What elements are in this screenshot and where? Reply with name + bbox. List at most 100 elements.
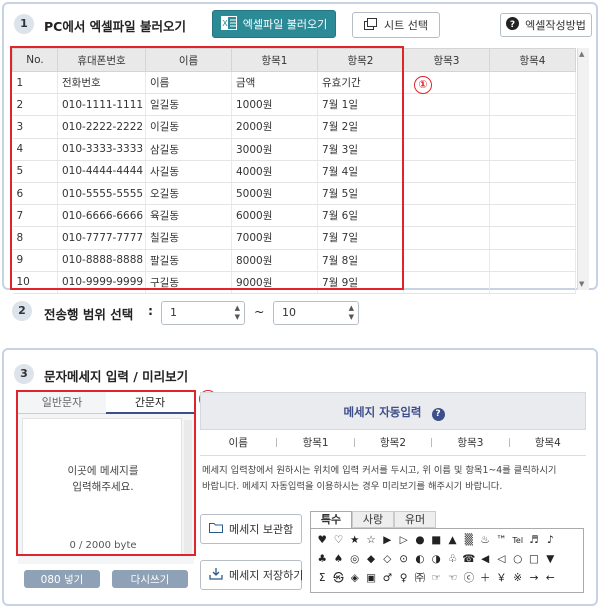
range-from-input[interactable]: 1 ▲ ▼ xyxy=(161,301,245,325)
symbol-key[interactable]: ★ xyxy=(347,531,363,550)
symbol-key[interactable]: ▶ xyxy=(379,531,395,550)
tab-love[interactable]: 사랑 xyxy=(352,511,394,528)
symbol-key[interactable]: ▷ xyxy=(395,531,411,550)
symbol-key[interactable]: ♣ xyxy=(314,550,330,569)
symbol-key[interactable]: ◐ xyxy=(412,550,428,569)
symbol-key[interactable]: ← xyxy=(542,569,558,588)
symbol-key[interactable]: Σ xyxy=(314,569,330,588)
annotation-marker-1: ① xyxy=(414,76,432,94)
symbol-key[interactable]: ◈ xyxy=(347,569,363,588)
stepper-arrows-icon[interactable]: ▲ ▼ xyxy=(235,304,240,322)
range-to-input[interactable]: 10 ▲ ▼ xyxy=(273,301,359,325)
message-type-tabs: 일반문자 간문자 xyxy=(18,392,194,414)
range-from-value: 1 xyxy=(170,306,177,319)
symbol-key[interactable]: ♡ xyxy=(330,531,346,550)
table-row[interactable]: 1 전화번호 이름 금액 유효기간 xyxy=(12,71,576,95)
symbol-key[interactable]: ◀ xyxy=(477,550,493,569)
symbol-key[interactable]: ☜ xyxy=(444,569,460,588)
table-cell: 이길동 xyxy=(145,115,232,139)
symbol-key[interactable]: ● xyxy=(412,531,428,550)
table-cell xyxy=(403,182,490,206)
rewrite-button[interactable]: 다시쓰기 xyxy=(112,570,188,588)
svg-text:?: ? xyxy=(510,20,515,30)
symbol-key[interactable]: ◇ xyxy=(379,550,395,569)
table-row[interactable]: 8 010-7777-7777 칠길동 7000원 7월 7일 xyxy=(12,226,576,250)
auto-field-item1[interactable]: 항목1 xyxy=(277,438,355,448)
symbol-key[interactable]: ☎ xyxy=(461,550,477,569)
scroll-up-icon[interactable]: ▲ xyxy=(579,50,584,58)
range-to-value: 10 xyxy=(282,306,296,319)
header-item4: 항목4 xyxy=(489,48,576,72)
symbol-key[interactable]: ▣ xyxy=(363,569,379,588)
byte-counter: 0 / 2000 byte xyxy=(69,540,137,551)
auto-field-item3[interactable]: 항목3 xyxy=(432,438,510,448)
save-message-button[interactable]: 메세지 저장하기 xyxy=(200,560,303,590)
symbol-key[interactable]: ※ xyxy=(510,569,526,588)
excel-guide-button[interactable]: ? 엑셀작성방법 xyxy=(500,13,592,37)
auto-field-name[interactable]: 이름 xyxy=(200,438,278,448)
symbol-key[interactable]: ◑ xyxy=(428,550,444,569)
tab-special[interactable]: 특수 xyxy=(310,511,352,528)
symbol-key[interactable]: ♠ xyxy=(330,550,346,569)
symbol-key[interactable]: ♀ xyxy=(395,569,411,588)
table-row[interactable]: 7 010-6666-6666 육길동 6000원 7월 6일 xyxy=(12,204,576,228)
symbol-key[interactable]: ♥ xyxy=(314,531,330,550)
table-row[interactable]: 5 010-4444-4444 사길동 4000원 7월 4일 xyxy=(12,160,576,183)
symbol-key[interactable]: ▲ xyxy=(444,531,460,550)
symbol-key[interactable]: ♧ xyxy=(444,550,460,569)
symbol-key[interactable]: ○ xyxy=(510,550,526,569)
table-cell: 2000원 xyxy=(231,115,318,139)
symbol-key[interactable]: ◁ xyxy=(493,550,509,569)
table-cell: 1 xyxy=(12,71,58,95)
description-line-2: 바랍니다. 메세지 자동입력을 이용하시는 경우 미리보기를 해주시기 바랍니다… xyxy=(202,481,503,492)
scroll-down-icon[interactable]: ▼ xyxy=(579,280,584,288)
help-icon[interactable]: ? xyxy=(431,408,445,421)
symbol-key[interactable]: ㈜ xyxy=(412,569,428,588)
symbol-key[interactable]: ■ xyxy=(428,531,444,550)
tab-humor[interactable]: 유머 xyxy=(394,511,436,528)
symbol-key[interactable]: ♨ xyxy=(477,531,493,550)
symbol-key[interactable]: ◆ xyxy=(363,550,379,569)
stepper-arrows-icon[interactable]: ▲ ▼ xyxy=(349,304,354,322)
symbol-key[interactable]: ⓒ xyxy=(461,569,477,588)
symbol-key[interactable]: ♂ xyxy=(379,569,395,588)
symbol-key[interactable]: Tel xyxy=(510,531,526,550)
message-textarea[interactable]: 이곳에 메세지를 입력해주세요. 0 / 2000 byte xyxy=(22,418,182,556)
symbol-key[interactable]: ♬ xyxy=(526,531,542,550)
description-line-1: 메세지 입력창에서 원하시는 위치에 입력 커서를 두시고, 위 이름 및 항목… xyxy=(202,465,557,476)
symbol-key[interactable]: ☞ xyxy=(428,569,444,588)
table-row[interactable]: 3 010-2222-2222 이길동 2000원 7월 2일 xyxy=(12,115,576,139)
symbol-key[interactable]: ™ xyxy=(493,531,509,550)
symbol-key[interactable]: ＋ xyxy=(477,569,493,588)
table-scrollbar[interactable]: ▲ ▼ xyxy=(577,48,589,290)
symbol-key[interactable]: → xyxy=(526,569,542,588)
section1-title: PC에서 엑셀파일 불러오기 xyxy=(44,19,187,34)
symbol-key[interactable]: ㉿ xyxy=(330,569,346,588)
sheets-icon xyxy=(364,17,378,33)
table-row[interactable]: 4 010-3333-3333 삼길동 3000원 7월 3일 xyxy=(12,138,576,161)
symbol-key[interactable]: ￥ xyxy=(493,569,509,588)
table-cell: 8000원 xyxy=(231,249,318,272)
editor-scrollbar[interactable] xyxy=(184,420,192,556)
table-row[interactable]: 9 010-8888-8888 팔길동 8000원 7월 8일 xyxy=(12,249,576,272)
symbol-key[interactable]: ♪ xyxy=(542,531,558,550)
symbol-key[interactable]: ▒ xyxy=(461,531,477,550)
auto-field-item2[interactable]: 항목2 xyxy=(355,438,433,448)
auto-field-item4[interactable]: 항목4 xyxy=(510,438,586,449)
symbol-key[interactable]: ▼ xyxy=(542,550,558,569)
symbol-key[interactable]: ◎ xyxy=(347,550,363,569)
symbol-row: Σ ㉿ ◈ ▣ ♂ ♀ ㈜ ☞ ☜ ⓒ ＋ ￥ ※ → ← xyxy=(314,569,580,588)
symbol-key[interactable]: ☆ xyxy=(363,531,379,550)
message-storage-button[interactable]: 메세지 보관함 xyxy=(200,514,302,544)
tab-long-message[interactable]: 간문자 xyxy=(106,392,194,414)
insert-080-button[interactable]: 080 넣기 xyxy=(24,570,100,588)
tab-normal-message[interactable]: 일반문자 xyxy=(18,392,106,414)
table-cell: 3 xyxy=(12,115,58,139)
symbol-key[interactable]: ⊙ xyxy=(395,550,411,569)
load-excel-button[interactable]: X 엑셀파일 불러오기 xyxy=(212,10,336,38)
table-row[interactable]: 6 010-5555-5555 오길동 5000원 7월 5일 xyxy=(12,182,576,206)
sheet-select-button[interactable]: 시트 선택 xyxy=(352,12,440,38)
table-row[interactable]: 2 010-1111-1111 일길동 1000원 7월 1일 xyxy=(12,93,576,117)
symbol-key[interactable]: □ xyxy=(526,550,542,569)
table-row[interactable]: 10 010-9999-9999 구길동 9000원 7월 9일 xyxy=(12,271,576,294)
